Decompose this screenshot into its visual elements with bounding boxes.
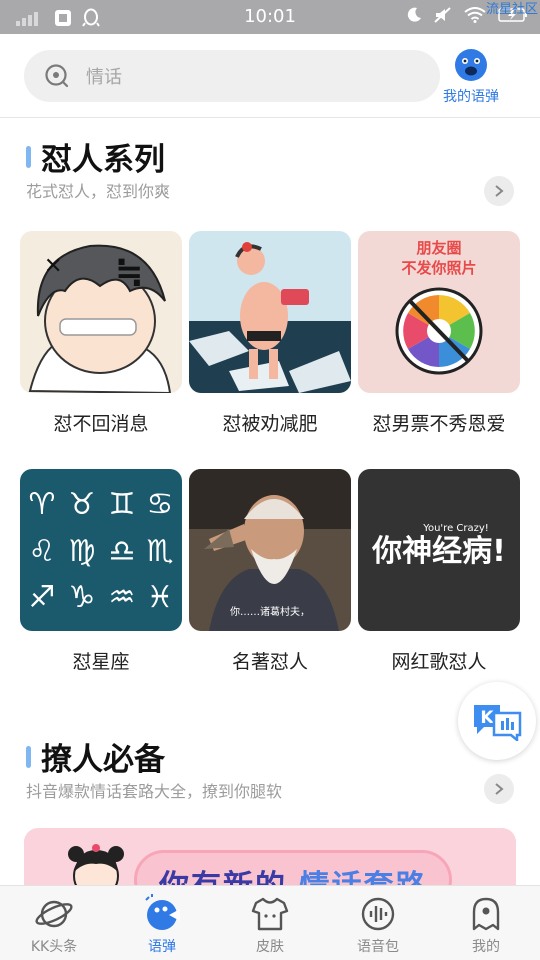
- svg-text:✕: ✕: [44, 254, 62, 279]
- my-voice-face-icon: [455, 49, 487, 81]
- card-thumbnail: ≒ ✕: [20, 231, 182, 393]
- card-diet-advice[interactable]: 怼被劝减肥: [189, 231, 351, 436]
- search-bar[interactable]: 情话: [24, 50, 440, 102]
- no-moments-image: 朋友圈 不发你照片: [358, 231, 520, 393]
- section-more-button[interactable]: [484, 774, 514, 804]
- card-thumbnail: 朋友圈 不发你照片: [358, 231, 520, 393]
- search-icon: [45, 64, 69, 88]
- card-zodiac[interactable]: ♈ ♉ ♊ ♋ ♌ ♍ ♎ ♏ ♐ ♑ ♒ ♓ 怼星座: [20, 469, 182, 674]
- card-no-pda[interactable]: 朋友圈 不发你照片 怼男票不秀恩爱: [358, 231, 520, 436]
- chevron-right-icon: [495, 185, 504, 197]
- tab-skin[interactable]: 皮肤: [216, 886, 324, 960]
- section-subtitle: 花式怼人，怼到你爽: [26, 182, 171, 201]
- svg-text:≒: ≒: [115, 252, 144, 292]
- card-label: 名著怼人: [231, 651, 308, 673]
- tab-mine[interactable]: 我的: [432, 886, 540, 960]
- svg-text:♈: ♈: [29, 487, 56, 522]
- tab-kk-news[interactable]: KK头条: [0, 886, 108, 960]
- tab-label: KK头条: [30, 939, 78, 955]
- card-thumbnail: ♈ ♉ ♊ ♋ ♌ ♍ ♎ ♏ ♐ ♑ ♒ ♓: [20, 469, 182, 631]
- section-title-text: 撩人必备: [41, 742, 165, 778]
- old-man-pointing-image: 你……诸葛村夫，: [189, 469, 351, 631]
- card-thumbnail: 你……诸葛村夫，: [189, 469, 351, 631]
- shirt-icon: [251, 897, 289, 931]
- thumb-caption: 你……诸葛村夫，: [230, 605, 310, 618]
- svg-text:♉: ♉: [69, 487, 96, 522]
- section-subtitle: 抖音爆款情话套路大全，撩到你腿软: [26, 782, 283, 801]
- moon-icon: [407, 7, 421, 22]
- thumb-small-text: You're Crazy!: [422, 523, 489, 534]
- chevron-right-icon: [495, 783, 504, 795]
- card-thumbnail: [189, 231, 351, 393]
- card-label: 怼不回消息: [53, 413, 149, 435]
- girl-on-ice-image: [189, 231, 351, 393]
- svg-text:♋: ♋: [147, 487, 174, 522]
- anime-boy-image: ≒ ✕: [20, 231, 182, 393]
- planet-icon: [35, 900, 73, 928]
- tab-voice-pack[interactable]: 语音包: [324, 886, 432, 960]
- svg-text:♏: ♏: [147, 534, 174, 569]
- zodiac-signs-image: ♈ ♉ ♊ ♋ ♌ ♍ ♎ ♏ ♐ ♑ ♒ ♓: [20, 469, 182, 631]
- card-viral-song[interactable]: 你神经病! You're Crazy! 网红歌怼人: [358, 469, 520, 674]
- section-title-text: 怼人系列: [41, 142, 165, 178]
- card-thumbnail: 你神经病! You're Crazy!: [358, 469, 520, 631]
- svg-text:♓: ♓: [147, 580, 174, 615]
- voice-bubble-icon: [145, 894, 180, 930]
- svg-text:♌: ♌: [29, 534, 56, 569]
- mute-icon: [434, 7, 451, 23]
- ghost-profile-icon: [472, 897, 500, 931]
- crazy-text-image: 你神经病! You're Crazy!: [358, 469, 520, 631]
- kk-chat-icon: K: [474, 705, 522, 741]
- my-voice-button[interactable]: 我的语弹: [426, 48, 516, 106]
- bottom-tab-bar: KK头条 语弹 皮肤 语音包 我的: [0, 885, 540, 960]
- tab-label: 语音包: [357, 939, 399, 955]
- section-title-diss: 怼人系列: [26, 134, 165, 179]
- card-no-reply[interactable]: ≒ ✕ 怼不回消息: [20, 231, 182, 436]
- svg-text:K: K: [480, 708, 494, 728]
- status-bar: 10:01 流星社区: [0, 0, 540, 34]
- svg-text:朋友圈: 朋友圈: [416, 239, 461, 257]
- section-more-button[interactable]: [484, 176, 514, 206]
- my-voice-label: 我的语弹: [443, 89, 499, 105]
- svg-text:♑: ♑: [69, 580, 96, 615]
- tab-label: 我的: [472, 939, 500, 955]
- search-placeholder: 情话: [86, 67, 122, 88]
- svg-text:♐: ♐: [29, 580, 56, 615]
- svg-text:♊: ♊: [109, 487, 136, 522]
- tab-label: 皮肤: [256, 939, 284, 955]
- section-title-flirt: 撩人必备: [26, 734, 165, 779]
- card-label: 网红歌怼人: [391, 651, 487, 673]
- thumb-main-text: 你神经病!: [371, 534, 506, 569]
- voice-pack-icon: [361, 897, 395, 931]
- card-classic-diss[interactable]: 你……诸葛村夫， 名著怼人: [189, 469, 351, 674]
- card-label: 怼男票不秀恩爱: [372, 413, 506, 435]
- section-accent-bar: [26, 145, 31, 168]
- kk-assistant-button[interactable]: K: [458, 682, 536, 760]
- svg-text:不发你照片: 不发你照片: [401, 259, 476, 277]
- section-accent-bar: [26, 745, 31, 768]
- top-header: 情话 我的语弹: [0, 34, 540, 118]
- svg-text:♎: ♎: [109, 534, 136, 569]
- tab-voice[interactable]: 语弹: [108, 886, 216, 960]
- svg-text:♍: ♍: [69, 534, 96, 569]
- tab-label: 语弹: [148, 939, 176, 955]
- watermark-text: 流星社区: [485, 2, 538, 17]
- card-label: 怼星座: [72, 651, 130, 673]
- wifi-icon: [464, 7, 486, 23]
- svg-text:♒: ♒: [109, 580, 136, 615]
- card-label: 怼被劝减肥: [222, 413, 318, 435]
